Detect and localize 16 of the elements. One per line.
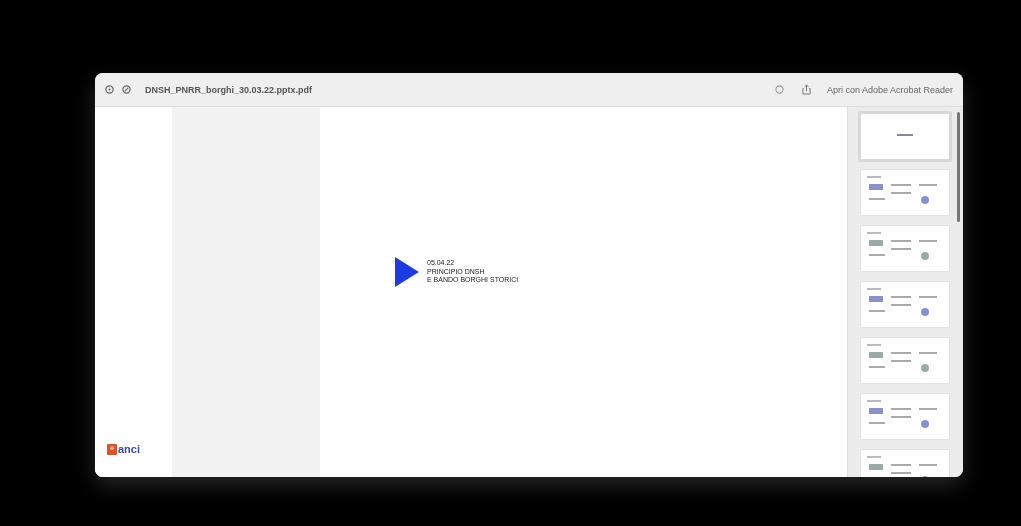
scrollbar[interactable]	[957, 112, 960, 222]
play-triangle-icon	[395, 257, 419, 287]
logo-icon	[107, 443, 117, 455]
window-title: DNSH_PNRR_borghi_30.03.22.pptx.pdf	[145, 84, 313, 95]
page-thumbnail[interactable]	[860, 225, 950, 272]
page-thumbnail[interactable]	[860, 337, 950, 384]
page-thumbnail[interactable]	[860, 393, 950, 440]
markup-icon[interactable]	[774, 85, 784, 94]
share-icon[interactable]	[801, 84, 811, 95]
logo-text: anci	[118, 443, 140, 455]
open-with-button[interactable]: Apri con Adobe Acrobat Reader	[826, 84, 953, 95]
zoom-icon[interactable]	[122, 85, 131, 94]
page-thumbnail[interactable]	[858, 111, 952, 162]
page-thumbnail[interactable]	[860, 169, 950, 216]
info-icon[interactable]	[105, 85, 114, 94]
page-thumbnail[interactable]	[860, 281, 950, 328]
